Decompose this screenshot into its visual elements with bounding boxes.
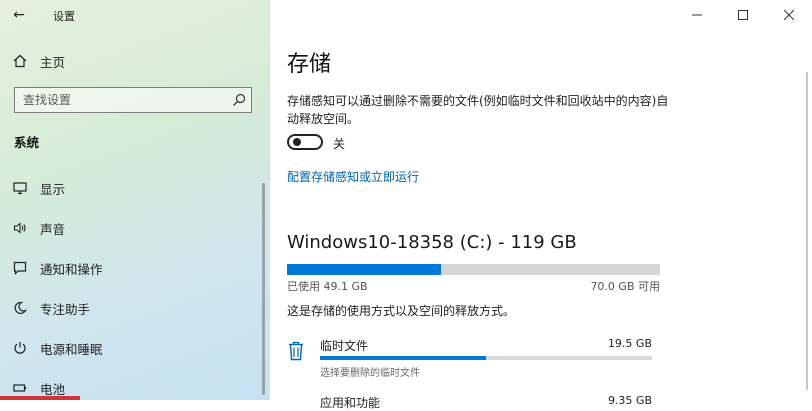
sidebar-item-label: 电池 [40, 381, 66, 397]
usage-description: 这是存储的使用方式以及空间的释放方式。 [287, 304, 516, 318]
category-subtitle: 选择要删除的临时文件 [320, 368, 420, 379]
category-usage-fill [320, 356, 486, 360]
sidebar-item-label: 专注助手 [40, 301, 91, 317]
sidebar: ← 设置 主页 系统 显示 声音 通知和操作 [0, 0, 269, 400]
toggle-state-label: 关 [333, 137, 346, 151]
drive-title: Windows10-18358 (C:) - 119 GB [287, 232, 577, 253]
drive-usage-fill [287, 264, 441, 275]
sidebar-item-power-sleep[interactable]: 电源和睡眠 [0, 330, 269, 366]
category-size: 19.5 GB [607, 337, 652, 350]
sidebar-item-label: 主页 [40, 54, 66, 70]
sidebar-item-home[interactable]: 主页 [0, 43, 269, 79]
moon-icon [12, 300, 28, 316]
sidebar-item-sound[interactable]: 声音 [0, 210, 269, 246]
trash-icon [289, 341, 303, 361]
section-heading-system: 系统 [14, 135, 40, 150]
sidebar-item-focus-assist[interactable]: 专注助手 [0, 290, 269, 326]
category-size: 9.35 GB [607, 394, 652, 407]
sidebar-item-label: 显示 [40, 181, 66, 197]
search-box[interactable] [14, 87, 252, 113]
title-bar: ← 设置 [0, 0, 269, 30]
content-scrollbar[interactable] [806, 72, 808, 390]
category-usage-bar [320, 356, 652, 360]
configure-storage-sense-link[interactable]: 配置存储感知或立即运行 [287, 168, 419, 185]
back-arrow-icon: ← [13, 7, 25, 23]
drive-usage-bar[interactable] [287, 264, 660, 275]
storage-sense-description: 存储感知可以通过删除不需要的文件(例如临时文件和回收站中的内容)自动释放空间。 [287, 94, 669, 126]
page-title: 存储 [287, 52, 332, 77]
home-icon [12, 53, 28, 69]
speaker-icon [12, 220, 28, 236]
back-button[interactable]: ← [4, 2, 34, 28]
drive-available-label: 70.0 GB 可用 [590, 280, 660, 293]
power-icon [12, 340, 28, 356]
search-icon[interactable] [232, 93, 246, 107]
sidebar-item-label: 电源和睡眠 [40, 341, 103, 357]
category-name: 临时文件 [320, 339, 369, 353]
toggle-knob [293, 138, 301, 146]
category-name: 应用和功能 [320, 396, 381, 410]
main-content: 存储 存储感知可以通过删除不需要的文件(例如临时文件和回收站中的内容)自动释放空… [270, 0, 812, 410]
battery-icon [12, 380, 28, 396]
sidebar-item-label: 通知和操作 [40, 261, 103, 277]
monitor-icon [12, 180, 28, 196]
search-input[interactable] [15, 88, 241, 112]
sidebar-item-display[interactable]: 显示 [0, 170, 269, 206]
sidebar-scrollbar[interactable] [262, 183, 265, 395]
sidebar-item-label: 声音 [40, 221, 66, 237]
drive-used-label: 已使用 49.1 GB [287, 280, 368, 293]
selection-accent-bar [0, 396, 80, 400]
app-title: 设置 [53, 10, 75, 23]
sidebar-item-notifications[interactable]: 通知和操作 [0, 250, 269, 286]
storage-sense-toggle[interactable] [287, 134, 323, 150]
notification-icon [12, 260, 28, 276]
